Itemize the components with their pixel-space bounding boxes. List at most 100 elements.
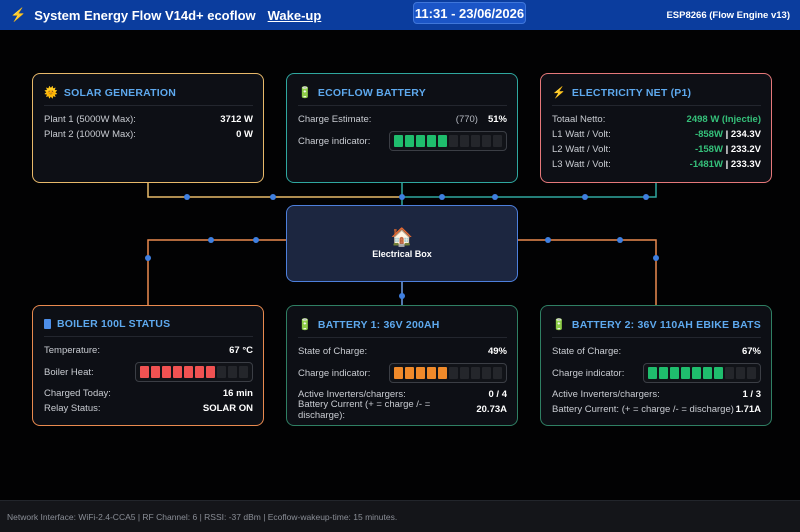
gauge-segment: [648, 367, 657, 379]
gauge-segment: [493, 135, 502, 147]
house-icon: 🏠: [390, 227, 414, 247]
flow-dot: [439, 194, 445, 200]
gauge-segment: [747, 367, 756, 379]
soc-value: 49%: [487, 346, 507, 357]
clock-display: 11:31 - 23/06/2026: [413, 2, 526, 24]
gauge-segment: [714, 367, 723, 379]
gauge-segment: [427, 367, 436, 379]
gauge-segment: [460, 367, 469, 379]
net-title: ELECTRICITY NET (P1): [571, 86, 692, 99]
charged-today-value: 16 min: [222, 388, 253, 399]
total-net-value: 2498 W (Injectie): [686, 114, 761, 125]
gauge-segment: [471, 367, 480, 379]
soc-label: State of Charge:: [552, 346, 622, 357]
charge-gauge: [389, 363, 507, 383]
inverters-value: 0 / 4: [488, 389, 508, 400]
flow-dot: [582, 194, 588, 200]
total-net-row: Totaal Netto: 2498 W (Injectie): [552, 112, 761, 127]
gauge-segment: [703, 367, 712, 379]
phase-volt: | 233.3V: [725, 159, 761, 170]
app-title: System Energy Flow V14d+ ecoflow: [34, 7, 256, 23]
charge-gauge: [389, 131, 507, 151]
status-footer: Network Interface: WiFi-2.4-CCA5 | RF Ch…: [0, 500, 800, 532]
gauge-segment: [173, 366, 182, 378]
card-title: 🔋 BATTERY 2: 36V 110AH EBIKE BATS: [552, 318, 761, 338]
phase-watt: -1481W: [689, 159, 723, 170]
gauge-segment: [416, 367, 425, 379]
gauge-segment: [438, 135, 447, 147]
boiler-status-card: BOILER 100L STATUS Temperature: 67 °C Bo…: [32, 305, 264, 426]
boiler-heat-row: Boiler Heat:: [44, 358, 253, 386]
charge-indicator-row: Charge indicator:: [298, 127, 507, 155]
card-title: 🔋 BATTERY 1: 36V 200AH: [298, 318, 507, 338]
plant-2-value: 0 W: [236, 129, 253, 140]
flow-line-net: [402, 182, 657, 198]
flow-dot: [208, 237, 214, 243]
flow-dot: [492, 194, 498, 200]
gauge-segment: [206, 366, 215, 378]
relay-status-label: Relay Status:: [44, 403, 101, 414]
battery-current-row: Battery Current: (+ = charge /- = discha…: [552, 402, 761, 417]
gauge-segment: [681, 367, 690, 379]
inverters-value: 1 / 3: [742, 389, 762, 400]
battery-current-value: 1.71A: [735, 404, 761, 415]
charge-estimate-row: Charge Estimate: (770) 51%: [298, 112, 507, 127]
phase-l1-row: L1 Watt / Volt: -858W | 234.3V: [552, 127, 761, 142]
gauge-segment: [692, 367, 701, 379]
charged-today-row: Charged Today: 16 min: [44, 386, 253, 401]
relay-status-value: SOLAR ON: [202, 403, 253, 414]
flow-line-solar: [147, 182, 402, 198]
gauge-segment: [670, 367, 679, 379]
flow-dot: [184, 194, 190, 200]
wake-up-link[interactable]: Wake-up: [268, 8, 322, 23]
total-net-label: Totaal Netto:: [552, 114, 606, 125]
inverters-label: Active Inverters/chargers:: [552, 389, 660, 400]
battery-icon: 🔋: [298, 319, 312, 331]
gauge-segment: [217, 366, 226, 378]
plant-2-label: Plant 2 (1000W Max):: [44, 129, 136, 140]
electrical-box-label: Electrical Box: [372, 249, 432, 259]
battery-1-title: BATTERY 1: 36V 200AH: [317, 318, 440, 331]
plant-1-value: 3712 W: [220, 114, 253, 125]
flow-dot: [643, 194, 649, 200]
gauge-segment: [195, 366, 204, 378]
soc-label: State of Charge:: [298, 346, 368, 357]
lightning-icon: ⚡: [552, 87, 566, 99]
flow-dot: [545, 237, 551, 243]
plant-1-row: Plant 1 (5000W Max): 3712 W: [44, 112, 253, 127]
flow-dot: [399, 293, 405, 299]
temperature-value: 67 °C: [229, 345, 253, 356]
flow-dot: [653, 255, 659, 261]
gauge-segment: [725, 367, 734, 379]
phase-label: L3 Watt / Volt:: [552, 159, 611, 170]
inverters-row: Active Inverters/chargers: 1 / 3: [552, 387, 761, 402]
battery-current-label: Battery Current: (+ = charge /- = discha…: [552, 404, 734, 415]
flow-dot: [617, 237, 623, 243]
boiler-icon: [44, 319, 51, 329]
temperature-row: Temperature: 67 °C: [44, 343, 253, 358]
ecoflow-title: ECOFLOW BATTERY: [317, 86, 426, 99]
battery-2-title: BATTERY 2: 36V 110AH EBIKE BATS: [571, 318, 761, 331]
battery-icon: 🔋: [298, 87, 312, 99]
gauge-segment: [438, 367, 447, 379]
gauge-segment: [471, 135, 480, 147]
flow-line-battery2: [518, 239, 657, 305]
soc-value: 67%: [741, 346, 761, 357]
soc-row: State of Charge: 67%: [552, 344, 761, 359]
boiler-heat-label: Boiler Heat:: [44, 366, 94, 378]
charge-gauge: [643, 363, 761, 383]
phase-watt: -158W: [694, 144, 723, 155]
plant-1-label: Plant 1 (5000W Max):: [44, 114, 136, 125]
gauge-segment: [151, 366, 160, 378]
gauge-segment: [140, 366, 149, 378]
gauge-segment: [659, 367, 668, 379]
gauge-segment: [460, 135, 469, 147]
gauge-segment: [449, 367, 458, 379]
soc-row: State of Charge: 49%: [298, 344, 507, 359]
gauge-segment: [405, 135, 414, 147]
gauge-segment: [394, 367, 403, 379]
card-title: BOILER 100L STATUS: [44, 318, 253, 337]
charge-indicator-row: Charge indicator:: [298, 359, 507, 387]
gauge-segment: [184, 366, 193, 378]
flow-dot: [270, 194, 276, 200]
